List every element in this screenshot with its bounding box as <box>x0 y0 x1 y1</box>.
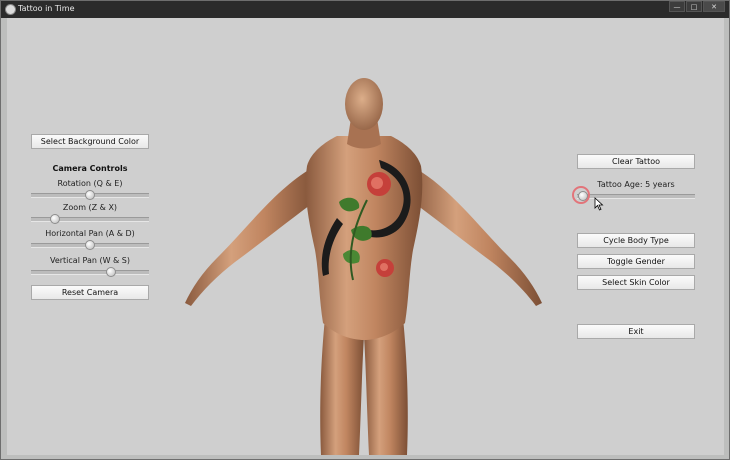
vertical-pan-label: Vertical Pan (W & S) <box>49 256 131 265</box>
zoom-label: Zoom (Z & X) <box>62 203 118 212</box>
click-indicator <box>572 186 590 204</box>
3d-viewport[interactable]: Select Background Color Camera Controls … <box>7 18 724 455</box>
reset-camera-button[interactable]: Reset Camera <box>31 285 149 300</box>
tattoo-rose-small-center <box>380 263 388 271</box>
maximize-button[interactable]: □ <box>686 1 702 12</box>
horizontal-pan-label: Horizontal Pan (A & D) <box>45 229 135 238</box>
clear-tattoo-button[interactable]: Clear Tattoo <box>577 154 695 169</box>
window-controls: — □ ✕ <box>668 1 725 13</box>
toggle-gender-button[interactable]: Toggle Gender <box>577 254 695 269</box>
vertical-pan-slider[interactable] <box>31 267 149 277</box>
rotation-slider[interactable] <box>31 190 149 200</box>
tattoo-rose-large-center <box>371 177 383 189</box>
cycle-body-type-button[interactable]: Cycle Body Type <box>577 233 695 248</box>
select-background-color-button[interactable]: Select Background Color <box>31 134 149 149</box>
rotation-label: Rotation (Q & E) <box>57 179 123 188</box>
close-button[interactable]: ✕ <box>703 1 725 12</box>
app-window: Tattoo in Time — □ ✕ Select Background C… <box>0 0 730 460</box>
camera-controls-heading: Camera Controls <box>52 164 128 173</box>
app-icon <box>5 4 16 15</box>
horizontal-pan-slider-thumb[interactable] <box>85 240 95 250</box>
minimize-button[interactable]: — <box>669 1 685 12</box>
window-title: Tattoo in Time <box>18 4 75 13</box>
exit-button[interactable]: Exit <box>577 324 695 339</box>
zoom-slider-thumb[interactable] <box>49 214 60 224</box>
zoom-slider[interactable] <box>31 214 149 224</box>
right-arm <box>410 168 542 306</box>
left-arm <box>185 168 317 306</box>
head <box>345 78 383 130</box>
mouse-cursor-icon <box>594 197 604 211</box>
rotation-slider-thumb[interactable] <box>85 190 95 200</box>
title-bar: Tattoo in Time — □ ✕ <box>1 1 729 18</box>
tattoo-age-label: Tattoo Age: 5 years <box>597 180 675 189</box>
select-skin-color-button[interactable]: Select Skin Color <box>577 275 695 290</box>
horizontal-pan-slider[interactable] <box>31 240 149 250</box>
